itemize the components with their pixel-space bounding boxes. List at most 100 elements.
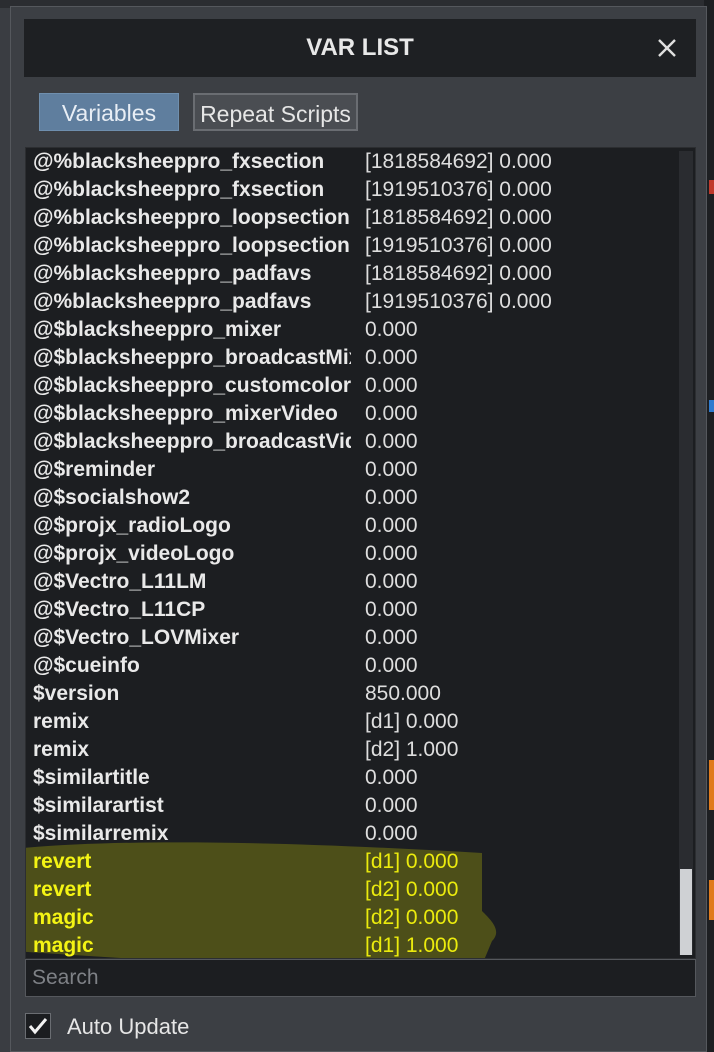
close-button[interactable] [652,33,682,63]
list-item[interactable]: @$Vectro_L11LM 0.000 [26,568,677,596]
variable-rows: @%blacksheeppro_fxsection [1818584692] 0.… [26,148,677,958]
list-item[interactable]: @%blacksheeppro_fxsection [1919510376] 0.… [26,176,677,204]
close-icon [658,39,676,57]
list-item[interactable]: magic [d2] 0.000 [26,904,677,932]
search-input[interactable] [25,959,696,997]
list-item[interactable]: @$cueinfo 0.000 [26,652,677,680]
list-item[interactable]: revert [d1] 0.000 [26,848,677,876]
list-item[interactable]: @%blacksheeppro_padfavs [1818584692] 0.00… [26,260,677,288]
variable-list: @%blacksheeppro_fxsection [1818584692] 0.… [25,147,696,959]
variable-name: magic [33,934,94,957]
list-item[interactable]: @%blacksheeppro_fxsection [1818584692] 0.… [26,148,677,176]
variable-value: 0.000 [365,346,418,369]
list-item[interactable]: @$Vectro_L11CP 0.000 [26,596,677,624]
list-item[interactable]: $similarremix 0.000 [26,820,677,848]
variable-value: [d2] 0.000 [365,878,459,901]
variable-value: 0.000 [365,514,418,537]
variable-value: 0.000 [365,822,418,845]
variable-name: @$blacksheeppro_mixer [33,318,282,341]
list-item[interactable]: @$blacksheeppro_mixer 0.000 [26,316,677,344]
variable-name: revert [33,878,92,901]
variable-value: [1818584692] 0.000 [365,262,552,285]
variable-name: @%blacksheeppro_padfavs [33,262,312,285]
variable-value: [d1] 1.000 [365,934,459,957]
list-item[interactable]: @$blacksheeppro_mixerVideo 0.000 [26,400,677,428]
list-item[interactable]: $similarartist 0.000 [26,792,677,820]
list-item[interactable]: @$reminder 0.000 [26,456,677,484]
checkmark-icon [28,1018,48,1035]
variable-name: @$socialshow2 [33,486,191,509]
variable-name: @%blacksheeppro_loopsection [33,234,350,257]
variable-value: 0.000 [365,570,418,593]
variable-name: @$reminder [33,458,156,481]
variable-name: remix [33,710,90,733]
list-item[interactable]: @$projx_radioLogo 0.000 [26,512,677,540]
variable-name: @$projx_radioLogo [33,514,231,537]
background-marker [709,400,714,412]
auto-update-checkbox[interactable] [25,1013,51,1039]
list-item[interactable]: @$blacksheeppro_customcolors 0.000 [26,372,677,400]
variable-name: @$cueinfo [33,654,140,677]
variable-value: [d2] 0.000 [365,906,459,929]
tab-variables[interactable]: Variables [39,93,179,131]
list-item[interactable]: @$blacksheeppro_broadcastVideo 0.000 [26,428,677,456]
background-marker [709,880,714,920]
variable-value: [d1] 0.000 [365,710,459,733]
variable-value: 0.000 [365,598,418,621]
variable-name: @%blacksheeppro_padfavs [33,290,312,313]
auto-update-label: Auto Update [67,1014,190,1039]
list-item[interactable]: $similartitle 0.000 [26,764,677,792]
variable-name: @$blacksheeppro_broadcastVideo [33,430,351,453]
title-bar[interactable]: VAR LIST [24,19,696,77]
list-item[interactable]: magic [d1] 1.000 [26,932,677,958]
variable-name: revert [33,850,92,873]
list-item[interactable]: @%blacksheeppro_loopsection [1919510376] … [26,232,677,260]
list-item[interactable]: remix [d2] 1.000 [26,736,677,764]
var-list-dialog: VAR LIST Variables Repeat Scripts @%blac… [10,6,707,1052]
list-item[interactable]: @$blacksheeppro_broadcastMixer 0.000 [26,344,677,372]
variable-value: 0.000 [365,430,418,453]
variable-value: [1818584692] 0.000 [365,206,552,229]
variable-value: 0.000 [365,318,418,341]
variable-name: @$blacksheeppro_broadcastMixer [33,346,351,369]
variable-value: 0.000 [365,458,418,481]
list-item[interactable]: @%blacksheeppro_loopsection [1818584692] … [26,204,677,232]
variable-value: 0.000 [365,486,418,509]
list-item[interactable]: @$socialshow2 0.000 [26,484,677,512]
variable-value: [d1] 0.000 [365,850,459,873]
variable-name: @$blacksheeppro_customcolors [33,374,351,397]
variable-name: @$projx_videoLogo [33,542,235,565]
list-item[interactable]: revert [d2] 0.000 [26,876,677,904]
variable-name: remix [33,738,90,761]
variable-name: $similarartist [33,794,164,817]
variable-value: [d2] 1.000 [365,738,459,761]
list-item[interactable]: @%blacksheeppro_padfavs [1919510376] 0.00… [26,288,677,316]
variable-name: $similartitle [33,766,150,789]
variable-name: $similarremix [33,822,169,845]
variable-value: [1919510376] 0.000 [365,234,552,257]
variable-name: @$Vectro_L11CP [33,598,206,621]
list-item[interactable]: remix [d1] 0.000 [26,708,677,736]
scrollbar-thumb[interactable] [680,869,692,955]
dialog-title: VAR LIST [306,34,414,61]
variable-value: 850.000 [365,682,441,705]
list-scrollbar[interactable] [679,151,693,955]
list-item[interactable]: @$projx_videoLogo 0.000 [26,540,677,568]
list-item[interactable]: $version 850.000 [26,680,677,708]
tab-repeat-scripts[interactable]: Repeat Scripts [193,93,358,131]
list-item[interactable]: @$Vectro_LOVMixer 0.000 [26,624,677,652]
variable-value: [1919510376] 0.000 [365,290,552,313]
variable-name: @%blacksheeppro_fxsection [33,178,325,201]
variable-value: 0.000 [365,794,418,817]
variable-name: @$Vectro_L11LM [33,570,207,593]
variable-name: magic [33,906,94,929]
variable-name: @%blacksheeppro_loopsection [33,206,350,229]
variable-value: 0.000 [365,402,418,425]
variable-value: [1818584692] 0.000 [365,150,552,173]
variable-value: 0.000 [365,766,418,789]
variable-name: @%blacksheeppro_fxsection [33,150,325,173]
variable-value: 0.000 [365,374,418,397]
background-marker [709,180,714,194]
background-marker [709,760,714,810]
variable-value: 0.000 [365,654,418,677]
